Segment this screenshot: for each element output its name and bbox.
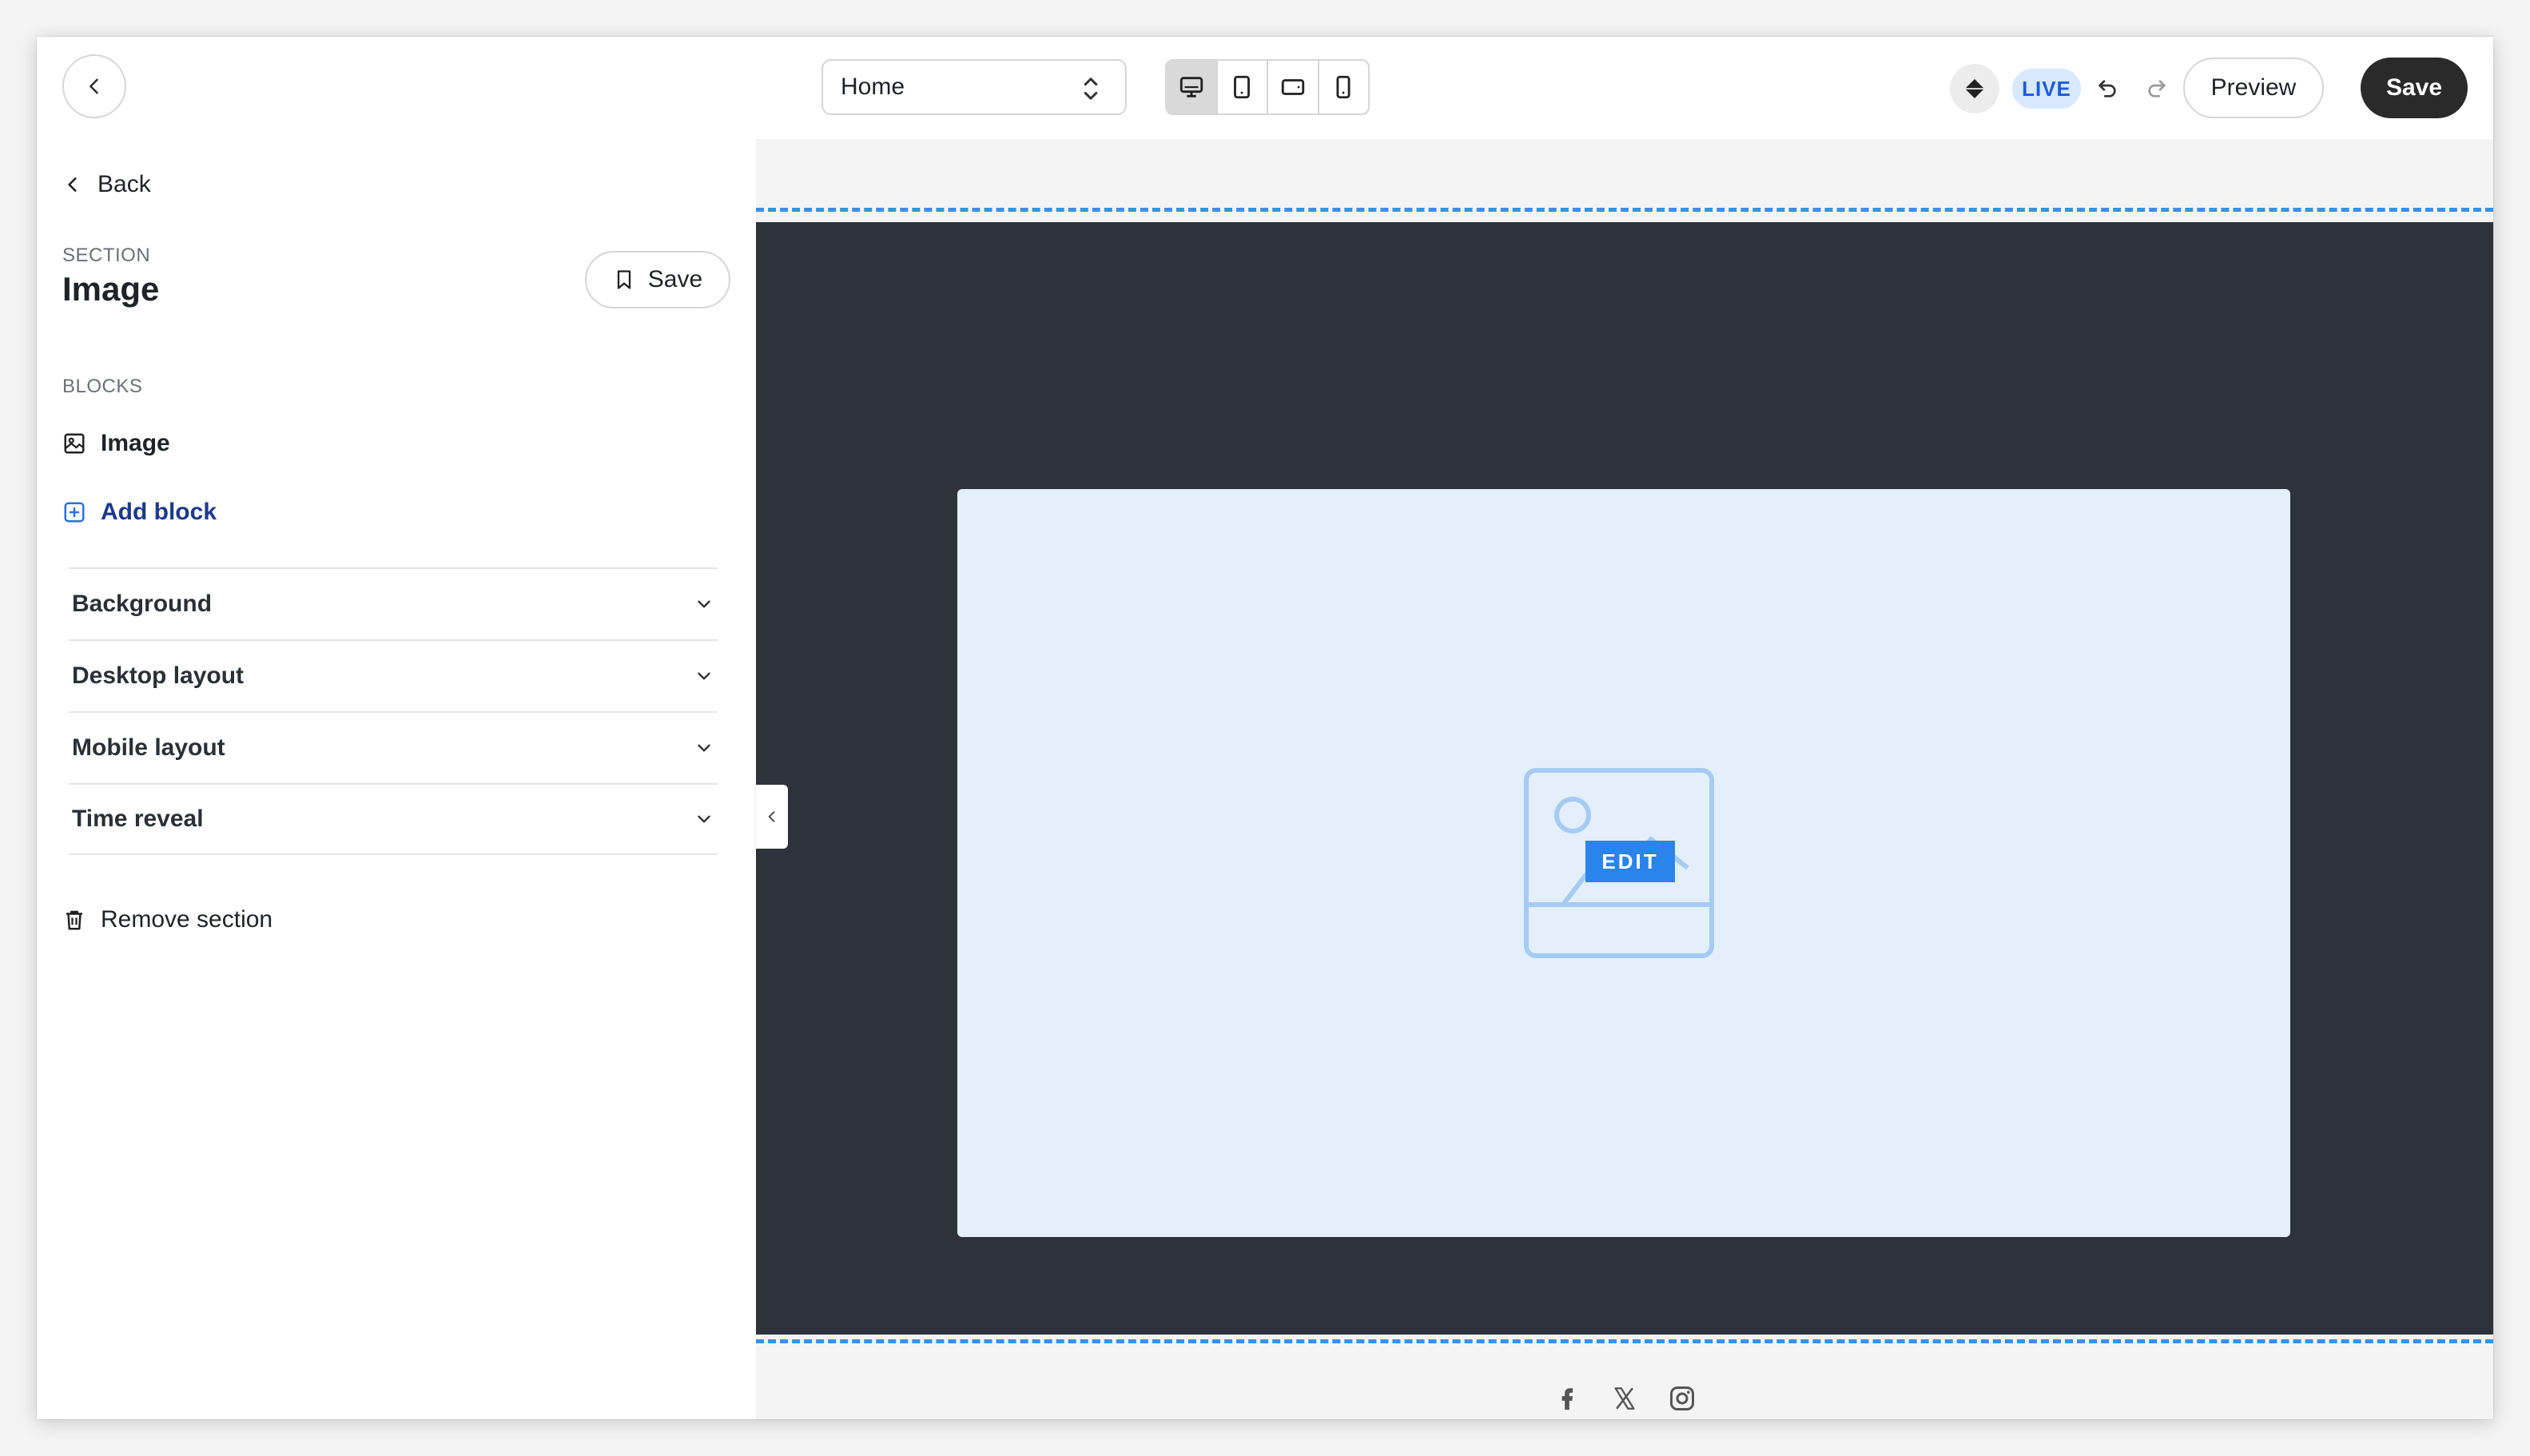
instagram-link[interactable] bbox=[1666, 1382, 1698, 1414]
add-block-label: Add block bbox=[101, 499, 217, 525]
accordion-mobile-layout[interactable]: Mobile layout bbox=[69, 711, 718, 783]
chevron-updown-icon bbox=[1084, 78, 1098, 100]
facebook-link[interactable] bbox=[1551, 1382, 1583, 1414]
page-select-value: Home bbox=[841, 74, 905, 100]
social-links bbox=[756, 1382, 2493, 1414]
trash-icon bbox=[66, 910, 82, 930]
device-mobile-button[interactable] bbox=[1319, 61, 1369, 113]
page-select[interactable]: Home bbox=[821, 59, 1127, 115]
tablet-landscape-icon bbox=[1281, 79, 1304, 95]
accordion-label: Mobile layout bbox=[72, 734, 225, 761]
chevron-down-icon bbox=[698, 672, 710, 680]
device-desktop-button[interactable] bbox=[1167, 61, 1218, 113]
device-tablet-button[interactable] bbox=[1218, 61, 1268, 113]
remove-section-button[interactable]: Remove section bbox=[62, 906, 272, 933]
blocks-label: BLOCKS bbox=[62, 376, 143, 397]
back-label: Back bbox=[97, 171, 151, 197]
chevron-left-icon bbox=[768, 811, 775, 822]
x-link[interactable] bbox=[1609, 1382, 1641, 1414]
tablet-icon bbox=[1234, 75, 1251, 99]
image-icon bbox=[64, 433, 85, 454]
desktop-icon bbox=[1179, 77, 1203, 97]
settings-sidebar: Back SECTION Image Save BLOCKS Image Add… bbox=[37, 139, 757, 1419]
section-label: SECTION bbox=[62, 245, 151, 266]
chevron-down-icon bbox=[698, 815, 710, 823]
bookmark-icon bbox=[617, 270, 631, 289]
accordion-time-reveal[interactable]: Time reveal bbox=[69, 783, 718, 855]
accordion-desktop-layout[interactable]: Desktop layout bbox=[69, 639, 718, 711]
image-section[interactable]: EDIT bbox=[756, 222, 2493, 1335]
chevron-left-icon bbox=[90, 78, 98, 94]
back-link[interactable]: Back bbox=[62, 171, 151, 198]
facebook-icon bbox=[1561, 1388, 1573, 1410]
save-button[interactable]: Save bbox=[2361, 58, 2468, 118]
x-icon bbox=[1614, 1387, 1635, 1410]
preview-canvas: EDIT bbox=[756, 139, 2493, 1419]
edit-badge[interactable]: EDIT bbox=[1585, 841, 1675, 882]
add-square-icon bbox=[64, 502, 85, 523]
image-block[interactable]: EDIT bbox=[957, 489, 2290, 1237]
diamond-icon bbox=[1965, 79, 1984, 98]
redo-button[interactable] bbox=[2140, 72, 2174, 105]
undo-button[interactable] bbox=[2090, 72, 2124, 105]
theme-settings-button[interactable] bbox=[1950, 64, 1999, 113]
mobile-icon bbox=[1336, 75, 1351, 99]
remove-section-label: Remove section bbox=[101, 906, 273, 933]
add-block-button[interactable]: Add block bbox=[62, 499, 217, 526]
device-tablet-landscape-button[interactable] bbox=[1268, 61, 1319, 113]
undo-icon bbox=[2098, 80, 2116, 97]
block-item-image[interactable]: Image bbox=[62, 430, 170, 457]
chevron-down-icon bbox=[698, 600, 710, 608]
device-toggle-group bbox=[1165, 59, 1370, 115]
settings-accordion: Background Desktop layout Mobile layout … bbox=[69, 567, 718, 855]
section-outline-top bbox=[756, 208, 2493, 212]
save-section-label: Save bbox=[647, 266, 703, 292]
block-item-label: Image bbox=[101, 430, 170, 456]
chevron-down-icon bbox=[698, 744, 710, 752]
collapse-sidebar-button[interactable] bbox=[756, 785, 788, 849]
redo-icon bbox=[2148, 80, 2166, 97]
chevron-left-icon bbox=[68, 177, 77, 192]
accordion-background[interactable]: Background bbox=[69, 567, 718, 639]
accordion-label: Desktop layout bbox=[72, 662, 245, 689]
exit-editor-button[interactable] bbox=[62, 54, 126, 118]
accordion-label: Time reveal bbox=[72, 806, 204, 832]
section-outline-bottom bbox=[756, 1339, 2493, 1343]
instagram-icon bbox=[1670, 1386, 1694, 1410]
save-section-button[interactable]: Save bbox=[585, 251, 730, 308]
section-title: Image bbox=[62, 270, 160, 308]
top-bar: Home LIVE Preview Save bbox=[37, 37, 2493, 140]
live-status-badge: LIVE bbox=[2012, 69, 2081, 109]
editor-window: Home LIVE Preview Save Back SECTION Imag… bbox=[37, 37, 2493, 1419]
accordion-label: Background bbox=[72, 591, 213, 617]
preview-button[interactable]: Preview bbox=[2183, 58, 2324, 118]
